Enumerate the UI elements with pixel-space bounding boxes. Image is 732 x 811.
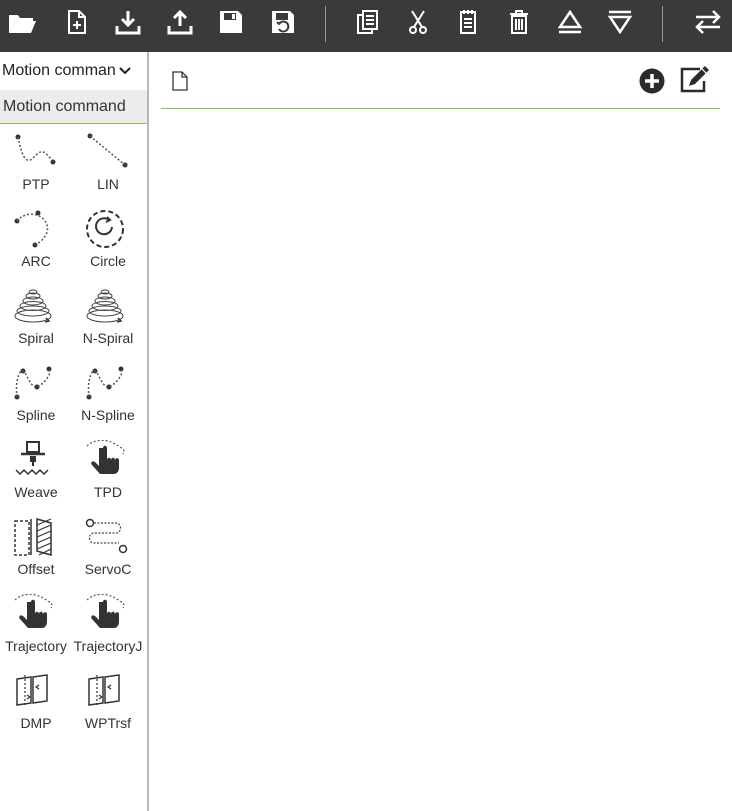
tool-label: LIN [97,176,119,192]
swap-icon [695,10,721,34]
toolbar-divider [662,6,663,42]
trajectoryj-icon [86,593,125,628]
tool-lin[interactable]: LIN [72,128,144,202]
trajectory-icon [14,593,53,628]
dmp-icon [16,674,48,707]
category-select[interactable]: Motion command [0,52,147,89]
lin-icon [87,133,128,168]
tool-servoc[interactable]: ServoC [72,513,144,587]
tool-tpd[interactable]: TPD [72,436,144,510]
chevron-down-icon [119,66,131,74]
program-area[interactable] [161,110,720,800]
tool-arc[interactable]: ARC [0,205,72,279]
download-button[interactable] [110,6,146,38]
n-spiral-icon [86,289,124,323]
swap-button[interactable] [690,6,726,38]
paste-icon [460,10,476,34]
toolbar [0,0,732,52]
tool-label: N-Spline [81,407,135,423]
save-icon [220,11,242,33]
weave-icon [15,441,49,476]
arc-icon [14,210,49,248]
paste-button[interactable] [450,6,486,38]
file-icon [172,71,188,91]
tool-n-spiral[interactable]: N-Spiral [72,282,144,356]
add-circle-icon[interactable] [639,68,665,94]
tool-label: WPTrsf [84,715,132,731]
cut-icon [409,10,427,34]
move-up-button[interactable] [552,6,588,38]
copy-icon [357,10,378,34]
spline-icon [14,366,52,400]
servoc-icon [85,518,128,554]
program-editor [149,52,732,811]
tool-label: N-Spiral [82,330,134,346]
tool-dmp[interactable]: DMP [0,667,72,741]
move-up-icon [557,9,583,34]
move-down-icon [607,10,633,35]
tpd-icon [86,439,125,474]
tool-spiral[interactable]: Spiral [0,282,72,356]
tool-offset[interactable]: Offset [0,513,72,587]
upload-icon [167,9,193,35]
upload-button[interactable] [162,6,198,38]
tool-n-spline[interactable]: N-Spline [72,359,144,433]
edit-icon[interactable] [678,65,710,93]
ptp-icon [15,134,56,165]
n-spline-icon [86,366,124,400]
delete-button[interactable] [501,6,537,38]
command-sidebar: Motion command Motion command PTP LIN AR… [0,52,147,811]
open-folder-button[interactable] [4,6,40,38]
new-file-button[interactable] [58,6,94,38]
spiral-icon [14,289,52,323]
tool-circle[interactable]: Circle [72,205,144,279]
tool-wptrsf[interactable]: WPTrsf [72,667,144,741]
save-as-icon [272,11,294,33]
tool-label: Circle [90,253,126,269]
tool-label: ServoC [84,561,132,577]
tool-label: TPD [94,484,122,500]
tool-label: TrajectoryJ [73,638,143,654]
toolbar-divider [325,6,326,42]
header-divider [161,108,720,109]
save-as-button[interactable] [265,6,301,38]
circle-icon [86,210,124,248]
move-down-button[interactable] [602,6,638,38]
cut-button[interactable] [400,6,436,38]
category-header: Motion command [0,90,147,124]
tool-ptp[interactable]: PTP [0,128,72,202]
tool-trajectoryj[interactable]: TrajectoryJ [72,590,144,664]
tool-weave[interactable]: Weave [0,436,72,510]
delete-icon [510,10,528,34]
wptrsf-icon [88,674,120,707]
copy-button[interactable] [349,6,385,38]
new-file-icon [68,10,86,34]
tool-trajectory[interactable]: Trajectory [0,590,72,664]
save-button[interactable] [213,6,249,38]
offset-icon [14,518,52,556]
open-folder-icon [9,15,36,33]
download-icon [115,11,141,35]
category-select-value: Motion command [2,61,115,79]
tool-spline[interactable]: Spline [0,359,72,433]
